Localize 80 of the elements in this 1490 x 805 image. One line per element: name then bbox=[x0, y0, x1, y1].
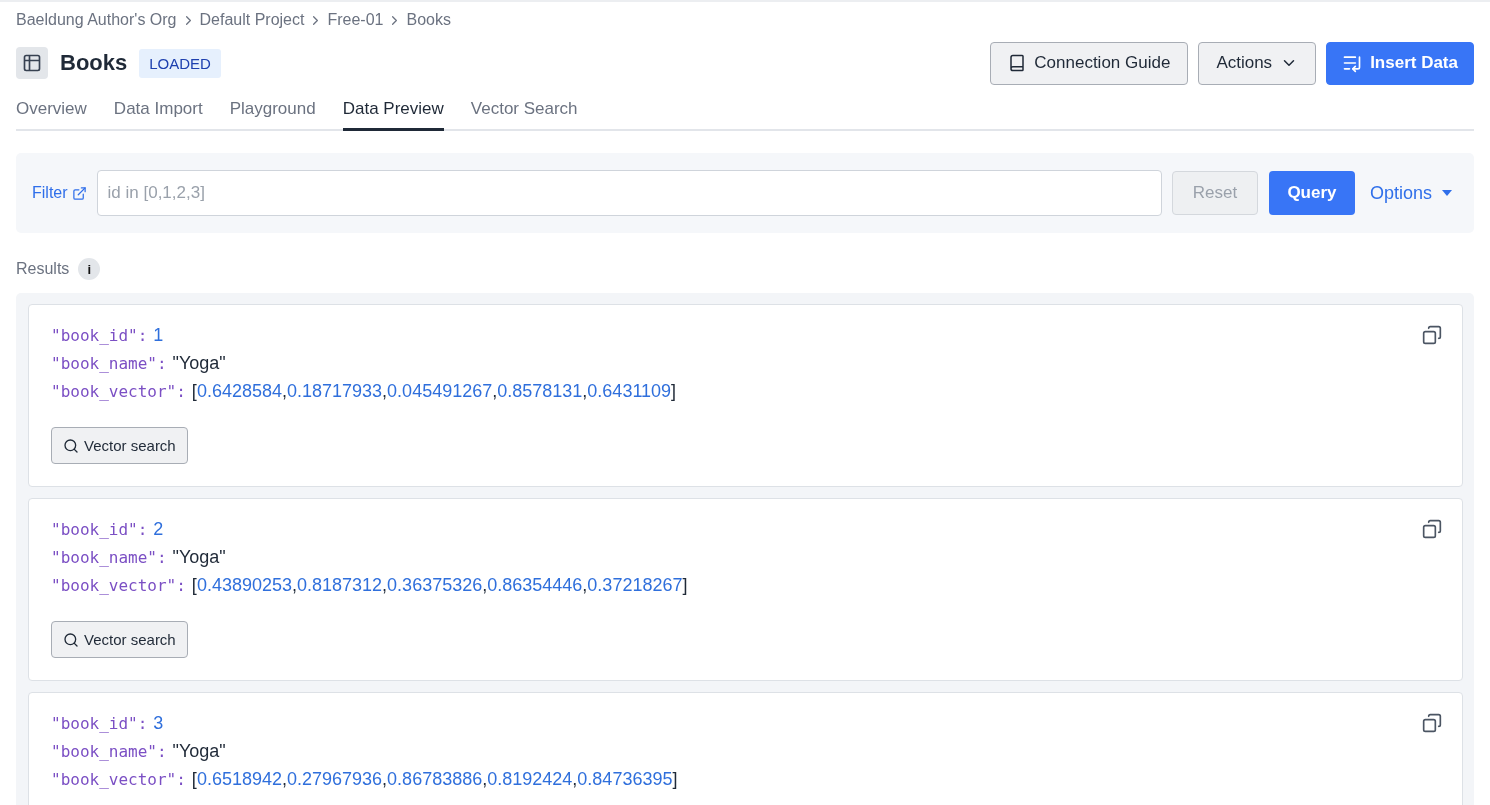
value-text: 0.6428584 bbox=[196, 381, 282, 402]
comma-text: , bbox=[382, 769, 388, 790]
key-text: "book_vector": bbox=[51, 770, 186, 789]
comma-text: , bbox=[482, 769, 488, 790]
info-icon[interactable]: i bbox=[78, 258, 101, 280]
value-text: 0.6518942 bbox=[196, 769, 282, 790]
value-text: 0.8578131 bbox=[497, 381, 583, 402]
insert-button[interactable]: Insert Data bbox=[1326, 41, 1474, 85]
list-arrow-icon bbox=[1342, 53, 1363, 73]
key-text: "book_vector": bbox=[51, 382, 186, 401]
key-text: "book_id": bbox=[51, 714, 148, 733]
value-text: 2 bbox=[153, 519, 164, 540]
tab[interactable]: Data Import bbox=[113, 95, 203, 131]
search-icon bbox=[63, 437, 79, 454]
comma-text: , bbox=[482, 575, 488, 596]
key-text: "book_id": bbox=[51, 520, 148, 539]
value-text: 0.045491267 bbox=[387, 381, 493, 402]
results-label: Results bbox=[16, 260, 70, 278]
value-text: "Yoga" bbox=[172, 741, 226, 762]
breadcrumb-item[interactable]: Books bbox=[406, 11, 451, 29]
bracket-text: ] bbox=[682, 575, 688, 596]
breadcrumb-item[interactable]: Baeldung Author's Org bbox=[16, 11, 177, 29]
vector-search-button[interactable]: Vector search bbox=[51, 621, 188, 658]
options-button[interactable]: Options bbox=[1364, 182, 1452, 204]
value-text: "Yoga" bbox=[172, 547, 226, 568]
bracket-text: [ bbox=[191, 769, 197, 790]
vector-search-button[interactable]: Vector search bbox=[51, 427, 188, 464]
query-button[interactable]: Query bbox=[1268, 171, 1355, 215]
comma-text: , bbox=[292, 575, 297, 596]
table-icon bbox=[16, 47, 48, 79]
filter-link[interactable]: Filter bbox=[32, 184, 87, 202]
comma-text: , bbox=[582, 575, 588, 596]
comma-text: , bbox=[492, 381, 498, 402]
value-text: 0.37218267 bbox=[587, 575, 683, 596]
value-text: 1 bbox=[153, 325, 164, 346]
caret-icon bbox=[1442, 190, 1452, 196]
key-text: "book_vector": bbox=[51, 576, 186, 595]
page-title: Books bbox=[60, 50, 128, 76]
tab[interactable]: Vector Search bbox=[470, 95, 578, 131]
copy-icon[interactable] bbox=[1422, 713, 1442, 733]
key-text: "book_name": bbox=[51, 354, 167, 373]
comma-text: , bbox=[281, 769, 287, 790]
value-text: 3 bbox=[153, 713, 164, 734]
tab[interactable]: Overview bbox=[16, 95, 87, 131]
value-text: 0.84736395 bbox=[577, 769, 673, 790]
value-text: 0.27967936 bbox=[287, 769, 383, 790]
comma-text: , bbox=[281, 381, 287, 402]
tab[interactable]: Playground bbox=[229, 95, 316, 131]
value-text: 0.6431109 bbox=[587, 381, 672, 402]
bracket-text: ] bbox=[672, 769, 678, 790]
value-text: 0.86783886 bbox=[387, 769, 483, 790]
tab[interactable]: Data Preview bbox=[342, 95, 444, 131]
breadcrumb-item[interactable]: Default Project bbox=[199, 11, 305, 29]
comma-text: , bbox=[382, 575, 388, 596]
value-text: 0.8192424 bbox=[487, 769, 573, 790]
key-text: "book_name": bbox=[51, 548, 167, 567]
bracket-text: ] bbox=[671, 381, 677, 402]
key-text: "book_name": bbox=[51, 742, 167, 761]
value-text: 0.43890253 bbox=[196, 575, 292, 596]
value-text: 0.18717933 bbox=[287, 381, 383, 402]
copy-icon[interactable] bbox=[1422, 519, 1442, 539]
actions-button[interactable]: Actions bbox=[1198, 41, 1317, 85]
guide-button[interactable]: Connection Guide bbox=[990, 41, 1189, 85]
external-link-icon bbox=[71, 185, 87, 201]
bracket-text: [ bbox=[191, 381, 197, 402]
copy-icon[interactable] bbox=[1422, 325, 1442, 345]
book-icon bbox=[1008, 54, 1027, 72]
status-badge: LOADED bbox=[139, 48, 221, 78]
comma-text: , bbox=[582, 381, 588, 402]
value-text: 0.8187312 bbox=[297, 575, 383, 596]
search-icon bbox=[63, 631, 79, 648]
value-text: 0.86354446 bbox=[487, 575, 583, 596]
breadcrumb-item[interactable]: Free-01 bbox=[327, 11, 384, 29]
comma-text: , bbox=[382, 381, 388, 402]
value-text: "Yoga" bbox=[172, 353, 226, 374]
key-text: "book_id": bbox=[51, 326, 148, 345]
filter-field[interactable]: id in [0,1,2,3] bbox=[96, 170, 1162, 216]
comma-text: , bbox=[572, 769, 578, 790]
bracket-text: [ bbox=[191, 575, 197, 596]
value-text: 0.36375326 bbox=[387, 575, 483, 596]
